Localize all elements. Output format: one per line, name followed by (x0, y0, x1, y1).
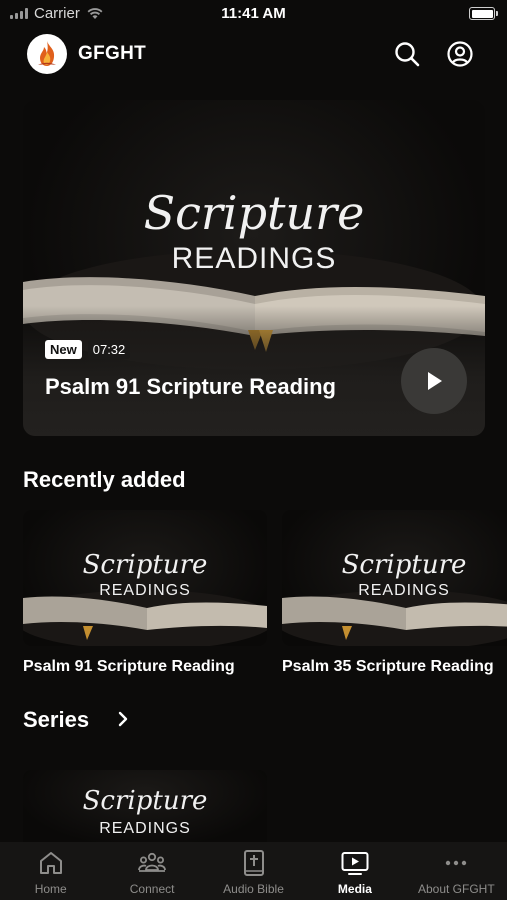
tab-label: Audio Bible (223, 882, 284, 896)
play-icon (428, 372, 442, 390)
brand-name: GFGHT (78, 43, 146, 64)
card-script-title: Scripture (341, 550, 467, 580)
tab-label: Connect (129, 882, 175, 896)
tab-connect[interactable]: Connect (101, 842, 202, 900)
series-script-title: Scripture (82, 786, 208, 816)
featured-video-card[interactable]: Scripture READINGS New 07:32 Psalm 91 Sc… (23, 100, 485, 436)
search-icon[interactable] (393, 40, 421, 68)
profile-icon[interactable] (446, 40, 474, 68)
chevron-right-icon[interactable] (116, 709, 130, 729)
card-caps-title: READINGS (99, 582, 191, 599)
hero-badges: New 07:32 (45, 340, 131, 359)
media-icon (341, 852, 369, 875)
flame-icon (38, 41, 56, 66)
home-icon (39, 852, 62, 874)
media-card[interactable]: Scripture READINGS Psalm 91 Scripture Re… (23, 510, 267, 676)
tab-bar: Home Connect Audio Bible Media About GFG… (0, 842, 507, 900)
play-button[interactable] (401, 348, 467, 414)
bible-icon (243, 850, 264, 876)
battery-icon (469, 7, 498, 20)
tab-audio-bible[interactable]: Audio Bible (203, 842, 304, 900)
card-script-title: Scripture (82, 550, 208, 580)
recently-added-heading: Recently added (23, 467, 186, 492)
tab-label: Home (34, 882, 67, 896)
more-icon (446, 860, 467, 866)
app-logo[interactable] (27, 34, 67, 74)
tab-label: Media (337, 882, 372, 896)
status-bar: Carrier 11:41 AM (0, 0, 507, 28)
card-title: Psalm 35 Scripture Reading (282, 658, 494, 675)
series-heading[interactable]: Series (23, 707, 89, 733)
card-title: Psalm 91 Scripture Reading (23, 658, 235, 675)
status-time: 11:41 AM (221, 5, 286, 22)
card-caps-title: READINGS (358, 582, 450, 599)
people-icon (138, 852, 167, 872)
tab-about[interactable]: About GFGHT (406, 842, 507, 900)
tab-media[interactable]: Media (304, 842, 405, 900)
series-caps-title: READINGS (99, 820, 191, 837)
hero-script-title: Scripture (143, 186, 365, 240)
tab-home[interactable]: Home (0, 842, 101, 900)
app-header: GFGHT (0, 32, 507, 76)
tab-label: About GFGHT (417, 882, 495, 896)
series-card[interactable]: Scripture READINGS (23, 770, 267, 845)
duration-badge: 07:32 (87, 340, 131, 359)
media-thumbnail: Scripture READINGS (282, 510, 507, 646)
media-card[interactable]: Scripture READINGS Psalm 35 Scripture Re… (282, 510, 507, 676)
media-thumbnail: Scripture READINGS (23, 510, 267, 646)
new-badge: New (45, 340, 82, 359)
hero-title: Psalm 91 Scripture Reading (45, 374, 336, 399)
hero-caps-title: READINGS (171, 242, 337, 275)
